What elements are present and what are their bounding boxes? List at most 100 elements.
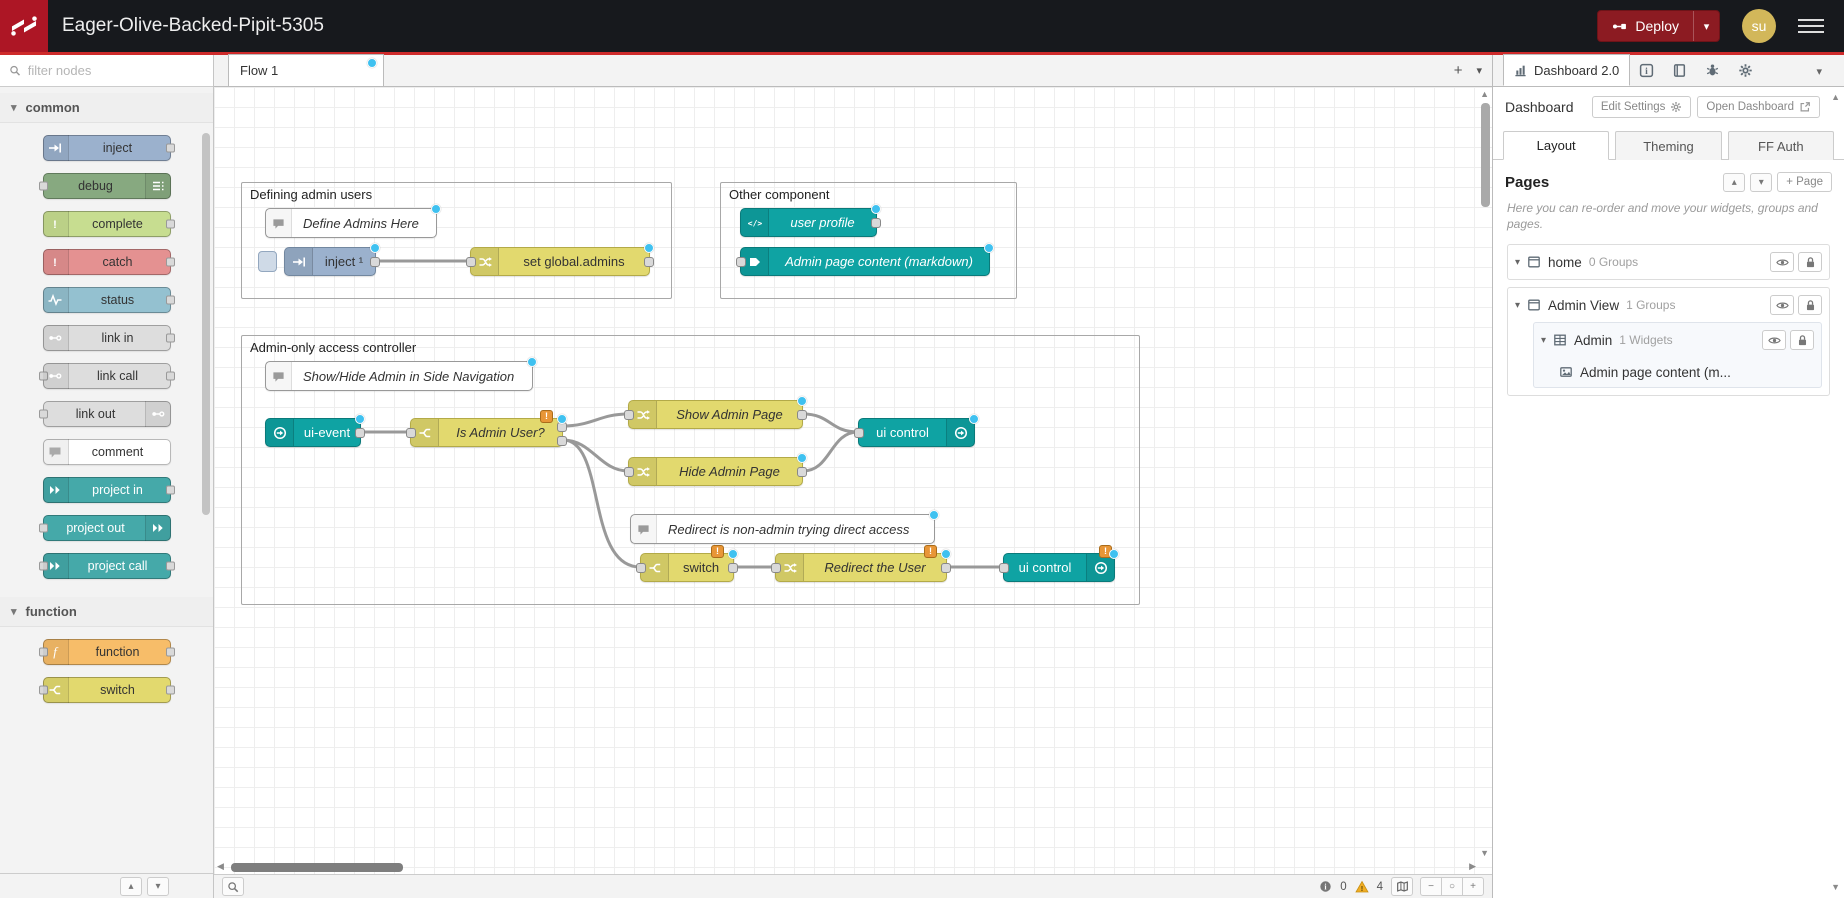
comment-node-redirect[interactable]: Redirect is non-admin trying direct acce…: [630, 514, 935, 544]
zoom-reset-button[interactable]: ○: [1441, 877, 1463, 896]
output-port[interactable]: [941, 563, 951, 573]
edit-settings-button[interactable]: Edit Settings: [1592, 96, 1692, 118]
page-item-admin-view[interactable]: ▾ Admin View 1 Groups ▾: [1507, 287, 1830, 396]
canvas-hscroll-thumb[interactable]: [231, 863, 403, 872]
input-port[interactable]: [624, 410, 634, 420]
palette-node-inject[interactable]: inject: [43, 135, 171, 161]
palette-collapse-all-button[interactable]: ▴: [120, 877, 142, 896]
open-dashboard-button[interactable]: Open Dashboard: [1697, 96, 1820, 118]
sidebar-tab-debug[interactable]: [1696, 55, 1729, 86]
lock-button[interactable]: [1790, 330, 1814, 350]
canvas-scroll-down[interactable]: ▼: [1480, 849, 1489, 858]
switch-node[interactable]: switch !: [640, 553, 734, 582]
switch-node-is-admin-user[interactable]: Is Admin User? !: [410, 418, 563, 447]
palette-node-status[interactable]: status: [43, 287, 171, 313]
group-other-component[interactable]: Other component: [720, 182, 1017, 299]
visibility-button[interactable]: [1770, 295, 1794, 315]
canvas-scroll-up[interactable]: ▲: [1480, 90, 1489, 99]
user-menu-button[interactable]: su: [1742, 9, 1776, 43]
palette-search-input[interactable]: [28, 63, 204, 78]
add-flow-button[interactable]: +: [1454, 62, 1463, 79]
palette-node-comment[interactable]: comment: [43, 439, 171, 465]
palette-node-switch[interactable]: switch: [43, 677, 171, 703]
input-port[interactable]: [636, 563, 646, 573]
flow-canvas[interactable]: Defining admin users Other component Adm…: [214, 87, 1492, 874]
change-node-show-admin-page[interactable]: Show Admin Page: [628, 400, 803, 429]
sidebar-scroll-down[interactable]: ▼: [1831, 883, 1840, 892]
input-port[interactable]: [624, 467, 634, 477]
ui-event-node[interactable]: ui-event: [265, 418, 361, 447]
palette-node-catch[interactable]: catch: [43, 249, 171, 275]
widget-item-admin-page-content[interactable]: Admin page content (m...: [1559, 357, 1814, 387]
sidebar-tab-dashboard[interactable]: Dashboard 2.0: [1503, 54, 1630, 86]
move-page-up-button[interactable]: ▴: [1723, 173, 1745, 192]
palette-node-function[interactable]: function: [43, 639, 171, 665]
zoom-out-button[interactable]: −: [1420, 877, 1442, 896]
input-port[interactable]: [771, 563, 781, 573]
output-port[interactable]: [644, 257, 654, 267]
palette-node-link-call[interactable]: link call: [43, 363, 171, 389]
chevron-down-icon[interactable]: ▾: [1541, 335, 1546, 346]
visibility-button[interactable]: [1770, 252, 1794, 272]
flow-tab[interactable]: Flow 1: [228, 54, 384, 86]
input-port[interactable]: [854, 428, 864, 438]
ui-markdown-node-admin-page-content[interactable]: Admin page content (markdown): [740, 247, 990, 276]
lock-button[interactable]: [1798, 295, 1822, 315]
palette-expand-all-button[interactable]: ▾: [147, 877, 169, 896]
sidebar-tab-info[interactable]: [1630, 55, 1663, 86]
canvas-scroll-right[interactable]: ▶: [1469, 862, 1476, 871]
sidebar-more-tabs-button[interactable]: ▾: [1816, 65, 1822, 78]
zoom-search-button[interactable]: [222, 877, 244, 896]
change-node-redirect-the-user[interactable]: Redirect the User !: [775, 553, 947, 582]
palette-node-project-call[interactable]: project call: [43, 553, 171, 579]
output-port[interactable]: [728, 563, 738, 573]
canvas-vscroll-thumb[interactable]: [1481, 103, 1490, 207]
tab-theming[interactable]: Theming: [1615, 131, 1721, 160]
comment-node-define-admins[interactable]: Define Admins Here: [265, 208, 437, 238]
output-port[interactable]: [871, 218, 881, 228]
zoom-in-button[interactable]: +: [1462, 877, 1484, 896]
ui-control-node-2[interactable]: ui control !: [1003, 553, 1115, 582]
lock-button[interactable]: [1798, 252, 1822, 272]
visibility-button[interactable]: [1762, 330, 1786, 350]
sidebar-tab-help[interactable]: [1663, 55, 1696, 86]
add-page-button[interactable]: + Page: [1777, 172, 1832, 192]
palette-category-common[interactable]: ▾ common: [0, 93, 213, 123]
palette-node-project-out[interactable]: project out: [43, 515, 171, 541]
output-port[interactable]: [355, 428, 365, 438]
output-port[interactable]: [797, 410, 807, 420]
flow-list-button[interactable]: ▾: [1476, 64, 1482, 77]
deploy-button[interactable]: Deploy: [1598, 11, 1693, 41]
palette-node-complete[interactable]: complete: [43, 211, 171, 237]
navigator-button[interactable]: [1391, 877, 1413, 896]
canvas-scroll-left[interactable]: ◀: [217, 862, 224, 871]
inject-trigger-button[interactable]: [258, 251, 277, 272]
output-port-2[interactable]: [557, 436, 567, 446]
palette-node-project-in[interactable]: project in: [43, 477, 171, 503]
page-item-home[interactable]: ▾ home 0 Groups: [1507, 244, 1830, 280]
tab-layout[interactable]: Layout: [1503, 131, 1609, 160]
deploy-options-button[interactable]: ▾: [1693, 11, 1719, 41]
change-node-hide-admin-page[interactable]: Hide Admin Page: [628, 457, 803, 486]
palette-scrollbar-thumb[interactable]: [202, 133, 210, 515]
group-item-admin[interactable]: ▾ Admin 1 Widgets: [1533, 322, 1822, 388]
ui-control-node-1[interactable]: ui control: [858, 418, 975, 447]
palette-node-link-in[interactable]: link in: [43, 325, 171, 351]
comment-node-show-hide-admin[interactable]: Show/Hide Admin in Side Navigation: [265, 361, 533, 391]
palette-node-debug[interactable]: debug: [43, 173, 171, 199]
main-menu-button[interactable]: [1798, 15, 1824, 37]
palette-category-function[interactable]: ▾ function: [0, 597, 213, 627]
output-port[interactable]: [797, 467, 807, 477]
ui-template-node-user-profile[interactable]: user profile: [740, 208, 877, 237]
tab-ff-auth[interactable]: FF Auth: [1728, 131, 1834, 160]
sidebar-scroll-up[interactable]: ▲: [1831, 93, 1840, 102]
change-node-set-global-admins[interactable]: set global.admins: [470, 247, 650, 276]
input-port[interactable]: [736, 257, 746, 267]
move-page-down-button[interactable]: ▾: [1750, 173, 1772, 192]
input-port[interactable]: [999, 563, 1009, 573]
input-port[interactable]: [406, 428, 416, 438]
sidebar-tab-config[interactable]: [1729, 55, 1762, 86]
output-port[interactable]: [370, 257, 380, 267]
input-port[interactable]: [466, 257, 476, 267]
chevron-down-icon[interactable]: ▾: [1515, 300, 1520, 311]
